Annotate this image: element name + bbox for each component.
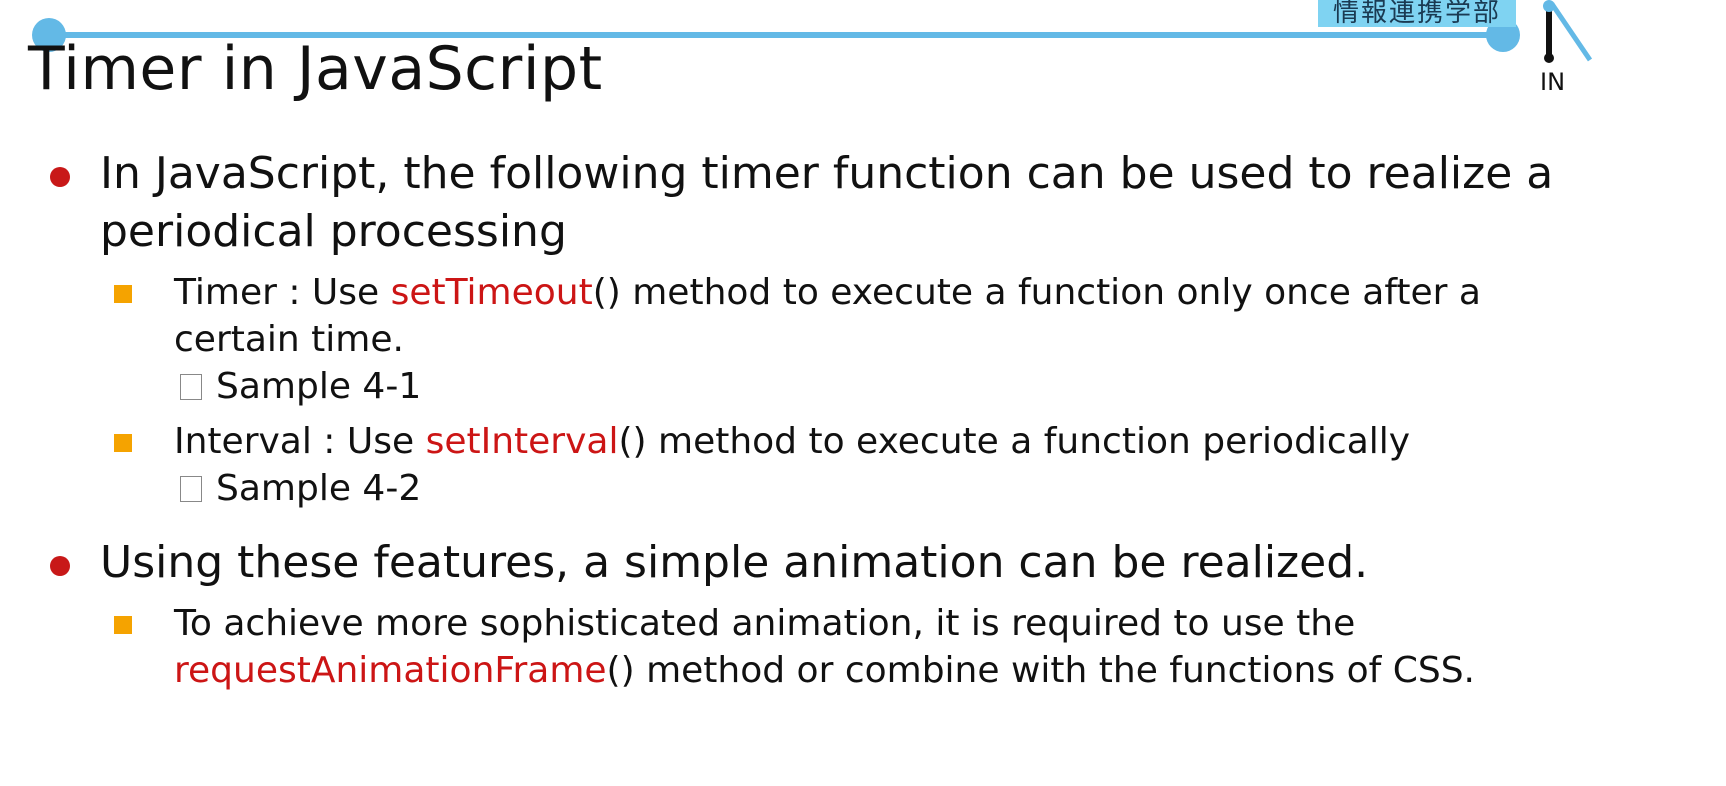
bullet-dot-icon: [50, 167, 70, 187]
sub-bullet-prefix: Interval : Use: [174, 421, 426, 462]
sub-bullet-square-icon: [114, 434, 132, 452]
sample-link[interactable]: Sample 4-2: [174, 465, 1574, 512]
sub-bullet-prefix: Timer : Use: [174, 272, 391, 313]
slide-title: Timer in JavaScript: [28, 34, 603, 104]
department-label: 情報連携学部: [1318, 0, 1516, 27]
sub-bullet-suffix: () method or combine with the functions …: [606, 650, 1475, 691]
sub-bullet-square-icon: [114, 616, 132, 634]
slide-content: In JavaScript, the following timer funct…: [44, 145, 1574, 694]
sample-label: Sample 4-2: [216, 468, 422, 509]
sub-bullet-item: To achieve more sophisticated animation,…: [114, 600, 1574, 694]
bullet-item: In JavaScript, the following timer funct…: [44, 145, 1574, 261]
bullet-text: Using these features, a simple animation…: [100, 537, 1369, 588]
sample-link[interactable]: Sample 4-1: [174, 363, 1574, 410]
function-name: setInterval: [425, 421, 619, 462]
bullet-text: In JavaScript, the following timer funct…: [100, 148, 1554, 257]
sub-bullet-prefix: To achieve more sophisticated animation,…: [174, 603, 1356, 644]
missing-glyph-icon: [180, 475, 202, 502]
sub-bullet-item: Interval : Use setInterval() method to e…: [114, 418, 1574, 512]
bullet-item: Using these features, a simple animation…: [44, 534, 1574, 592]
missing-glyph-icon: [180, 373, 202, 400]
sub-bullet-square-icon: [114, 285, 132, 303]
bullet-dot-icon: [50, 556, 70, 576]
sub-bullet-item: Timer : Use setTimeout() method to execu…: [114, 269, 1574, 410]
sub-bullet-suffix: () method to execute a function periodic…: [618, 421, 1411, 462]
function-name: setTimeout: [390, 272, 593, 313]
sample-label: Sample 4-1: [216, 366, 422, 407]
function-name: requestAnimationFrame: [174, 650, 607, 691]
logo-text: IN: [1540, 68, 1566, 96]
